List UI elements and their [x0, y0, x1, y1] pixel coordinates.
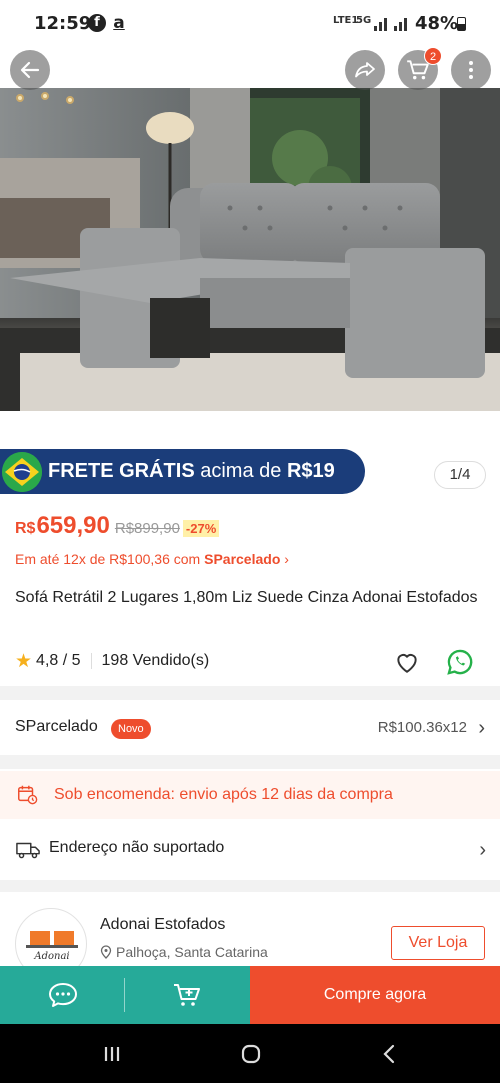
battery-level: 48% [415, 13, 459, 34]
installments-link[interactable]: Em até 12x de R$100,36 com SParcelado › [15, 551, 289, 567]
current-price: 659,90 [36, 512, 110, 539]
volte-indicator: LTE1 [333, 15, 359, 26]
cart-badge: 2 [424, 47, 442, 65]
system-nav-bar [0, 1024, 500, 1083]
arrow-left-icon [20, 61, 40, 79]
shop-location-text: Palhoça, Santa Catarina [116, 944, 268, 960]
battery-icon [457, 17, 466, 31]
shop-location: Palhoça, Santa Catarina [100, 944, 268, 960]
share-icon [355, 62, 375, 78]
chat-icon [48, 983, 77, 1007]
banner-bold: FRETE GRÁTIS [48, 460, 195, 482]
sparcelado-row[interactable]: SParcelado Novo R$100.36x12 › [15, 718, 485, 740]
section-gap [0, 686, 500, 700]
sparcelado-label: SParcelado [15, 718, 98, 735]
rating-divider [90, 653, 92, 669]
currency-symbol: R$ [15, 520, 36, 537]
image-counter: 1/4 [434, 461, 486, 489]
shop-logo-text: Adonai [33, 951, 69, 962]
section-gap [0, 880, 500, 892]
recent-apps-icon[interactable] [100, 1042, 124, 1066]
delivery-truck-icon [16, 842, 40, 859]
price-row: R$ 659,90 R$899,90 -27% [15, 512, 220, 544]
chat-button[interactable] [0, 966, 125, 1024]
original-price: R$899,90 [114, 520, 180, 537]
product-title: Sofá Retrátil 2 Lugares 1,80m Liz Suede … [15, 589, 478, 606]
notice-text: Sob encomenda: envio após 12 dias da com… [54, 786, 393, 803]
installments-brand: SParcelado [204, 551, 281, 567]
status-time: 12:59 [34, 13, 92, 34]
more-vertical-icon [469, 61, 473, 79]
status-bar: 12:59 f a LTE1 5G 48% [0, 0, 500, 48]
facebook-icon: f [88, 14, 106, 32]
chevron-right-icon: › [479, 839, 486, 861]
rating-value: 4,8 / 5 [36, 652, 81, 669]
add-to-cart-button[interactable] [125, 966, 250, 1024]
address-row[interactable]: Endereço não suportado › [0, 826, 500, 874]
chevron-right-icon: › [478, 717, 485, 739]
brazil-flag-icon [2, 452, 42, 492]
more-button[interactable] [451, 50, 491, 90]
bottom-divider [124, 978, 125, 1012]
banner-normal: acima de [194, 460, 287, 482]
back-button[interactable] [10, 50, 50, 90]
buy-now-button[interactable]: Compre agora [250, 966, 500, 1024]
back-nav-icon[interactable] [378, 1042, 402, 1066]
new-badge: Novo [111, 719, 151, 739]
amazon-icon: a [113, 13, 125, 33]
installments-text: Em até 12x de R$100,36 com [15, 551, 205, 567]
made-to-order-notice: Sob encomenda: envio após 12 dias da com… [0, 771, 500, 819]
share-button[interactable] [345, 50, 385, 90]
chevron-right-icon: › [284, 551, 289, 567]
shop-name: Adonai Estofados [100, 916, 226, 933]
free-shipping-banner: FRETE GRÁTIS acima de R$19 [0, 449, 365, 494]
view-shop-button[interactable]: Ver Loja [391, 926, 485, 960]
section-gap [0, 755, 500, 769]
location-pin-icon [100, 945, 112, 959]
address-text: Endereço não suportado [49, 839, 225, 856]
favorite-heart-icon[interactable] [393, 649, 421, 675]
sold-count: 198 Vendido(s) [101, 652, 210, 669]
banner-amount: R$19 [286, 460, 335, 482]
bottom-action-bar: Compre agora [0, 966, 500, 1024]
network-indicator: 5G [356, 15, 372, 26]
discount-badge: -27% [182, 520, 220, 537]
whatsapp-icon[interactable] [446, 648, 474, 676]
add-to-cart-icon [173, 984, 200, 1006]
product-image[interactable] [0, 88, 500, 411]
cart-button[interactable]: 2 [398, 47, 442, 90]
calendar-clock-icon [18, 785, 38, 805]
signal-icon [374, 18, 407, 31]
sparcelado-value: R$100.36x12 [377, 719, 467, 736]
rating-row: ★ 4,8 / 5 198 Vendido(s) [15, 650, 209, 672]
home-icon[interactable] [239, 1042, 263, 1066]
star-icon: ★ [15, 650, 33, 672]
